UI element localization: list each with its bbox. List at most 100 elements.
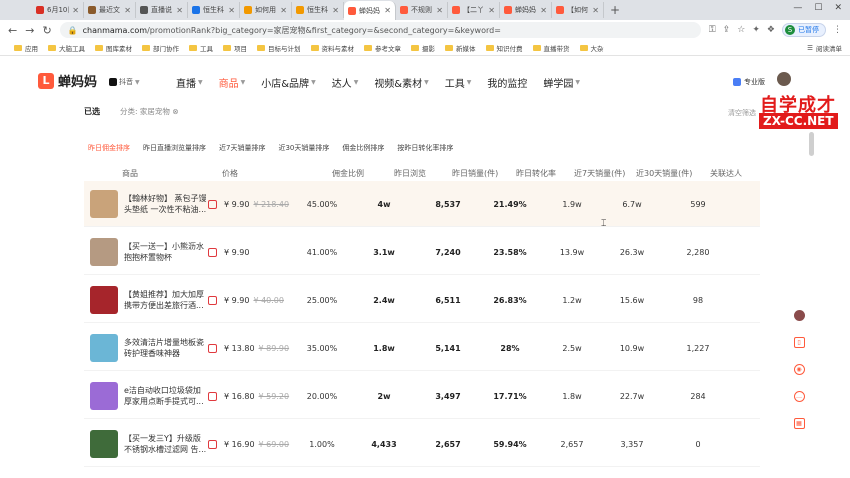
store-icon[interactable]: [208, 296, 217, 305]
browser-tab[interactable]: 蝉妈妈 ✕: [500, 2, 552, 18]
pro-badge[interactable]: 专业版: [733, 77, 765, 87]
product-thumbnail[interactable]: [90, 238, 118, 266]
close-tab-icon[interactable]: ✕: [488, 6, 495, 15]
column-header[interactable]: 近7天销量(件): [574, 168, 625, 179]
close-tab-icon[interactable]: ✕: [72, 6, 79, 15]
browser-tab[interactable]: 不规则 ✕: [396, 2, 448, 18]
product-thumbnail[interactable]: [90, 334, 118, 362]
new-tab-icon[interactable]: +: [610, 3, 620, 17]
bookmark-item[interactable]: 应用: [14, 43, 38, 53]
browser-tab[interactable]: 直播说 ✕: [136, 2, 188, 18]
back-icon[interactable]: ←: [8, 24, 17, 37]
browser-tab[interactable]: 最近文 ✕: [84, 2, 136, 18]
bookmark-item[interactable]: 新媒体: [445, 43, 476, 53]
forward-icon[interactable]: →: [25, 24, 34, 37]
table-row[interactable]: 【黄姐推荐】加大加厚携带方便出差旅行酒... ¥ 9.90 ¥ 40.00 25.00…: [84, 277, 760, 323]
table-row[interactable]: 【买一发三Y】升级版不锈钢水槽过滤网 告... ¥ 16.90 ¥ 69.00 1.0…: [84, 421, 760, 467]
close-tab-icon[interactable]: ✕: [124, 6, 131, 15]
store-icon[interactable]: [208, 344, 217, 353]
close-tab-icon[interactable]: ✕: [592, 6, 599, 15]
table-row[interactable]: e洁自动收口垃圾袋加厚家用点断手提式可... ¥ 16.80 ¥ 59.20 20.0…: [84, 373, 760, 419]
browser-tab[interactable]: 6月10日✕: [32, 2, 84, 18]
clear-filters-link[interactable]: 清空筛选: [728, 108, 756, 118]
qrcode-icon[interactable]: ▦: [793, 418, 805, 429]
bookmark-item[interactable]: 目标与计划: [257, 43, 301, 53]
bookmark-item[interactable]: 参考文章: [364, 43, 401, 53]
nav-item[interactable]: 商品 ▼: [219, 75, 246, 90]
close-tab-icon[interactable]: ✕: [176, 6, 183, 15]
product-thumbnail[interactable]: [90, 430, 118, 458]
nav-item[interactable]: 视频&素材 ▼: [374, 75, 428, 90]
reading-list[interactable]: ☰ 阅读清单: [807, 43, 842, 53]
bookmark-item[interactable]: 摄影: [411, 43, 435, 53]
column-header[interactable]: 价格: [222, 168, 238, 179]
user-avatar[interactable]: [777, 72, 791, 86]
table-row[interactable]: 【买一送一】小熊沥水抱抱杯置物杯 ¥ 9.90 41.00% 3.1w 7,240 23.…: [84, 229, 760, 275]
bookmark-item[interactable]: 直播带货: [532, 43, 570, 53]
close-tab-icon[interactable]: ✕: [384, 6, 391, 15]
product-thumbnail[interactable]: [90, 190, 118, 218]
category-filter-tag[interactable]: 分类: 家居宠物 ⊗: [120, 106, 179, 117]
close-tab-icon[interactable]: ✕: [332, 6, 339, 15]
column-header[interactable]: 近30天销量(件): [636, 168, 692, 179]
column-header[interactable]: 关联达人: [710, 168, 742, 179]
column-header[interactable]: 商品: [122, 168, 138, 179]
share-icon[interactable]: ⇪: [723, 25, 731, 35]
product-name[interactable]: 【翰林好物】 蒸包子馒头垫纸 一次性不粘油...: [124, 193, 208, 215]
url-input[interactable]: 🔒 chanmama.com/promotionRank?big_categor…: [59, 22, 701, 38]
close-tab-icon[interactable]: ✕: [540, 6, 547, 15]
bookmark-item[interactable]: 大脑工具: [48, 43, 85, 53]
close-window-icon[interactable]: ✕: [834, 3, 842, 13]
bookmark-item[interactable]: 知识付费: [485, 43, 523, 53]
browser-tab[interactable]: 蝉妈妈 ✕: [344, 1, 396, 20]
bookmark-item[interactable]: 图库素材: [95, 43, 132, 53]
close-tab-icon[interactable]: ✕: [228, 6, 235, 15]
bookmark-item[interactable]: 部门协作: [142, 43, 179, 53]
sort-tab[interactable]: 按昨日转化率排序: [397, 143, 453, 153]
site-logo[interactable]: L 蝉妈妈: [38, 71, 97, 90]
bookmark-item[interactable]: 工具: [189, 43, 213, 53]
sort-tab[interactable]: 昨日佣金排序: [88, 143, 130, 153]
scrollbar[interactable]: [809, 132, 814, 156]
bookmark-item[interactable]: 资料与素材: [310, 43, 354, 53]
menu-icon[interactable]: ⋮: [833, 25, 842, 35]
nav-item[interactable]: 直播 ▼: [176, 75, 203, 90]
column-header[interactable]: 昨日浏览: [394, 168, 426, 179]
maximize-icon[interactable]: ☐: [814, 3, 822, 13]
nav-item[interactable]: 小店&品牌 ▼: [261, 75, 315, 90]
product-name[interactable]: 【买一发三Y】升级版不锈钢水槽过滤网 告...: [124, 433, 208, 455]
extension-icon[interactable]: ✦: [752, 25, 760, 35]
table-row[interactable]: 多效清洁片增量地板瓷砖护理香味神器 ¥ 13.80 ¥ 89.90 35.00% 1.8…: [84, 325, 760, 371]
minimize-icon[interactable]: —: [793, 3, 802, 13]
browser-tab[interactable]: 【如何 ✕: [552, 2, 604, 18]
store-icon[interactable]: [208, 200, 217, 209]
nav-item[interactable]: 蝉学园 ▼: [543, 75, 580, 90]
close-tab-icon[interactable]: ✕: [280, 6, 287, 15]
product-name[interactable]: e洁自动收口垃圾袋加厚家用点断手提式可...: [124, 385, 208, 407]
browser-tab[interactable]: 【二丫 ✕: [448, 2, 500, 18]
sort-tab[interactable]: 昨日直播浏览量排序: [143, 143, 206, 153]
product-name[interactable]: 多效清洁片增量地板瓷砖护理香味神器: [124, 337, 208, 359]
chat-icon[interactable]: …: [793, 391, 805, 402]
bookmark-item[interactable]: 项目: [223, 43, 247, 53]
platform-selector[interactable]: 抖音 ▼: [109, 77, 140, 87]
close-tab-icon[interactable]: ✕: [436, 6, 443, 15]
wechat-icon[interactable]: ◉: [793, 364, 805, 375]
star-icon[interactable]: ☆: [737, 25, 745, 35]
product-name[interactable]: 【黄姐推荐】加大加厚携带方便出差旅行酒...: [124, 289, 208, 311]
nav-item[interactable]: 达人 ▼: [332, 75, 359, 90]
nav-item[interactable]: 我的监控: [487, 75, 527, 90]
key-icon[interactable]: ⚿: [709, 25, 716, 35]
profile-button[interactable]: S 已暂停: [782, 23, 826, 37]
browser-tab[interactable]: 恒生科 ✕: [292, 2, 344, 18]
product-thumbnail[interactable]: [90, 382, 118, 410]
product-name[interactable]: 【买一送一】小熊沥水抱抱杯置物杯: [124, 241, 208, 263]
store-icon[interactable]: [208, 248, 217, 257]
sort-tab[interactable]: 近30天销量排序: [278, 143, 329, 153]
phone-icon[interactable]: ▯: [793, 337, 805, 348]
support-avatar[interactable]: [793, 310, 805, 321]
store-icon[interactable]: [208, 440, 217, 449]
sort-tab[interactable]: 近7天销量排序: [219, 143, 265, 153]
bookmark-item[interactable]: 大杂: [579, 43, 604, 53]
column-header[interactable]: 佣金比例: [332, 168, 364, 179]
